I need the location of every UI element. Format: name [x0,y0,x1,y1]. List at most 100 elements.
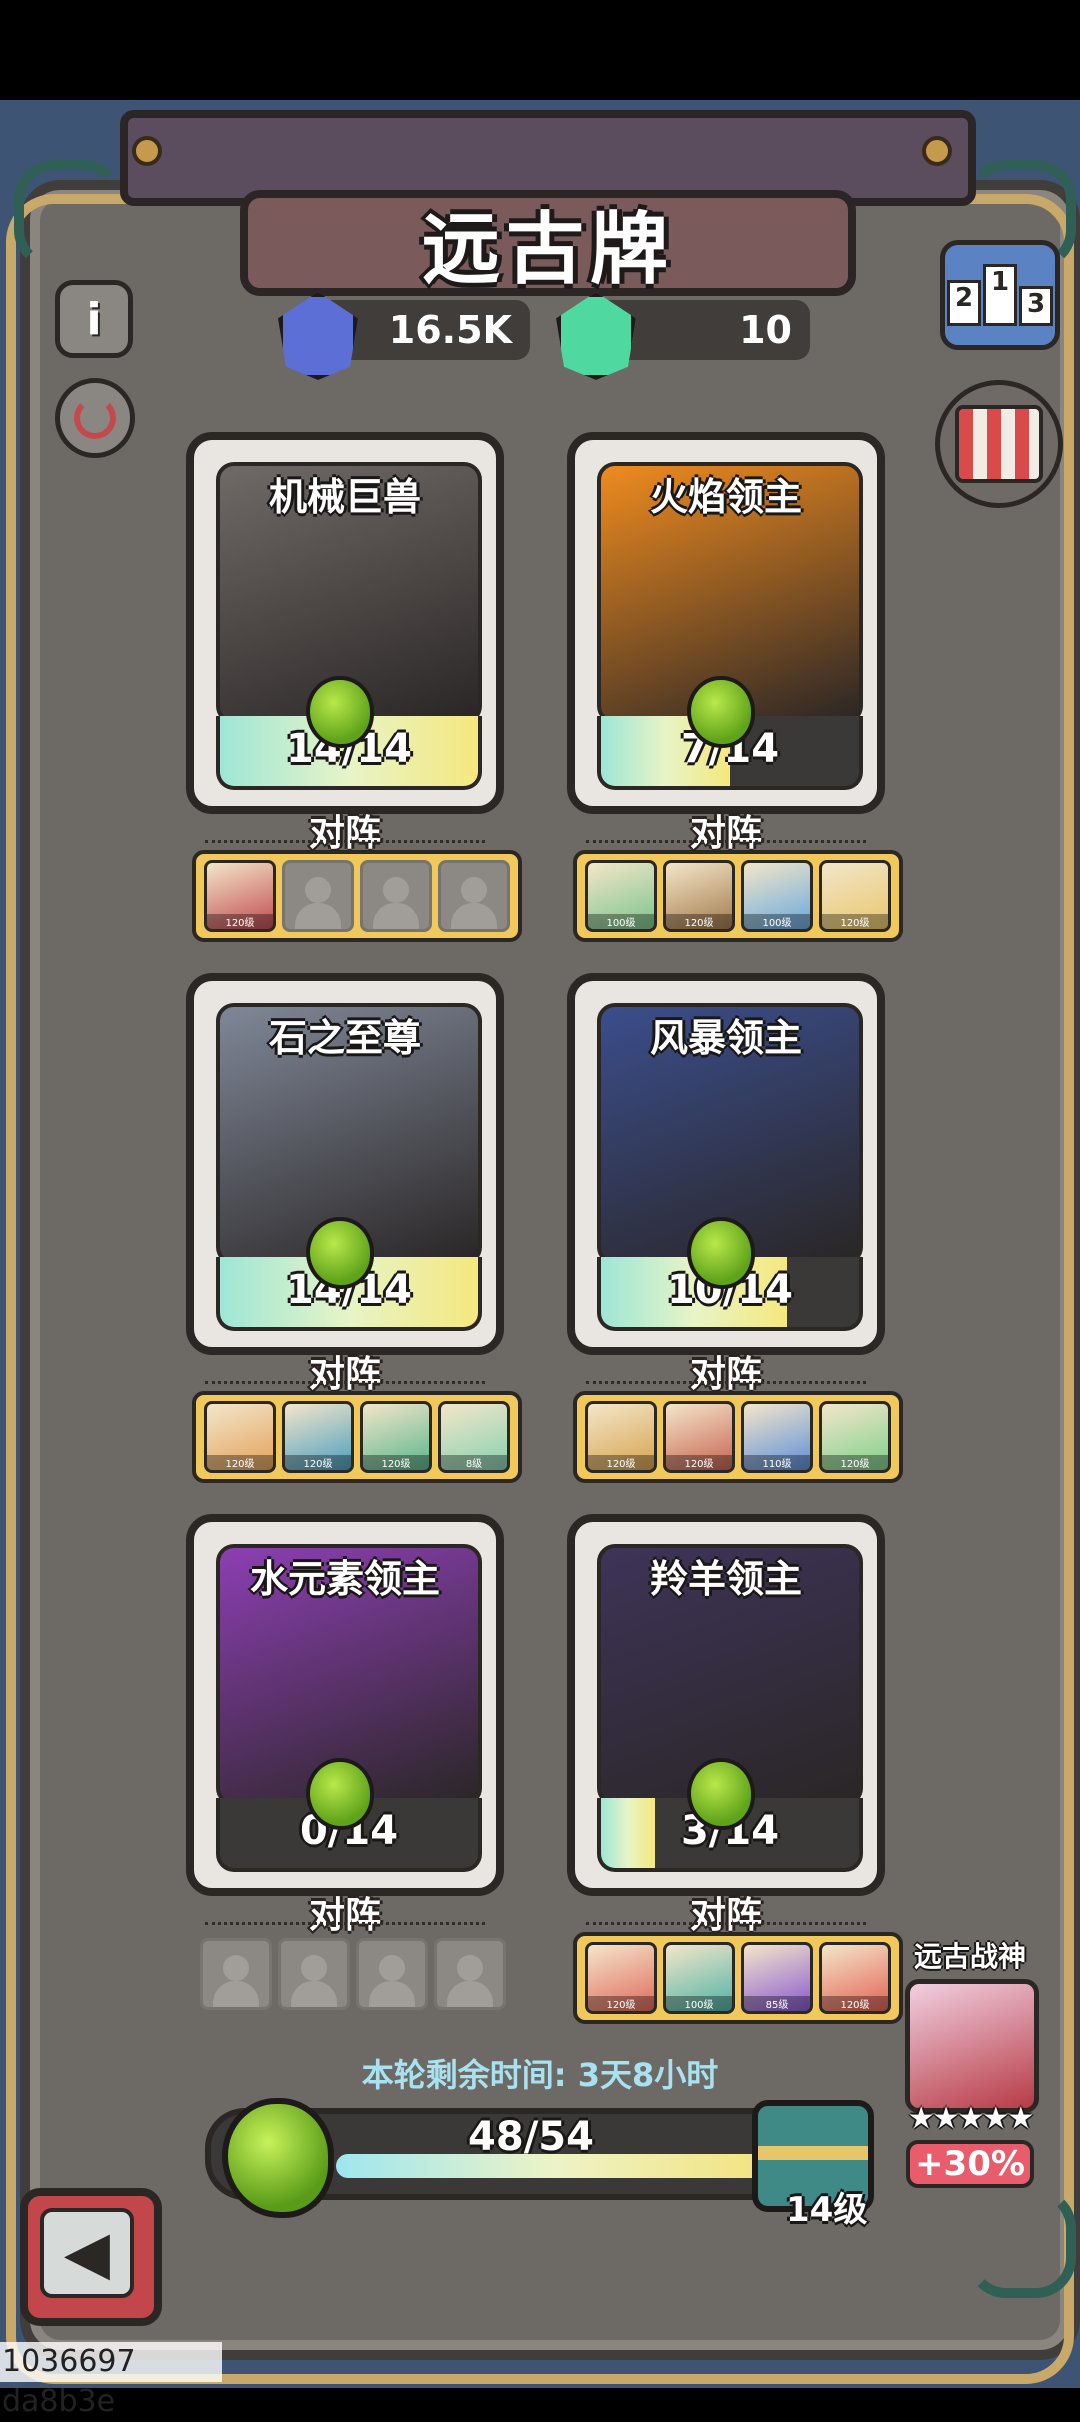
hero-level: 85级 [744,1996,810,2011]
divider [205,1922,485,1925]
hero-avatar[interactable]: 120级 [204,860,276,932]
vs-label: 对阵 [308,813,381,854]
hero-level: 120级 [822,1455,888,1470]
boss-name: 火焰领主 [649,475,802,519]
hero-level: 8级 [441,1455,507,1470]
ancient-god-portrait [905,1979,1039,2113]
opponent-heroes: 120级 [192,850,522,942]
bean-icon [687,1217,755,1289]
placeholder-avatar-body [447,1981,493,2007]
empty-hero-slot[interactable] [360,860,432,932]
status-bar [0,0,1080,100]
boss-name: 机械巨兽 [268,475,421,519]
ranking-podium-icon: 2 1 3 [947,264,1053,326]
main-progress-fill [336,2154,781,2178]
vs-label: 对阵 [689,1354,762,1395]
currency-blue-value: 16.5K [388,308,512,352]
hero-avatar[interactable]: 120级 [819,860,891,932]
vs-label: 对阵 [308,1895,381,1936]
bean-icon [687,676,755,748]
opponent-heroes [192,1932,514,2016]
chest-band [758,2146,868,2160]
placeholder-avatar-body [369,1981,415,2007]
hero-avatar[interactable]: 100级 [741,860,813,932]
hero-avatar[interactable]: 120级 [819,1942,891,2014]
watermark: 1036697 da8b3e [0,2342,222,2419]
shop-icon [955,405,1043,483]
hero-level: 110级 [744,1455,810,1470]
vs-label: 对阵 [689,813,762,854]
ancient-god-bonus: +30% [906,2140,1034,2188]
hero-avatar[interactable]: 120级 [585,1401,657,1473]
refresh-button[interactable] [55,378,135,458]
currency-green-value: 10 [739,308,792,352]
hero-avatar[interactable]: 120级 [360,1401,432,1473]
divider [586,1922,866,1925]
hero-avatar[interactable]: 120级 [282,1401,354,1473]
hero-level: 120级 [822,914,888,929]
boss-card[interactable]: 火焰领主 7/14 [567,432,885,814]
hero-avatar[interactable]: 100级 [585,860,657,932]
chest-level: 14级 [786,2190,868,2230]
hero-level: 120级 [588,1996,654,2011]
boss-card[interactable]: 风暴领主 10/14 [567,973,885,1355]
boss-card[interactable]: 羚羊领主 3/14 [567,1514,885,1896]
hero-avatar[interactable]: 120级 [663,1401,735,1473]
rivet [132,136,162,166]
round-timer-label: 本轮剩余时间: [361,2056,567,2094]
refresh-icon [74,397,116,439]
hero-avatar[interactable]: 120级 [819,1401,891,1473]
placeholder-avatar-body [373,903,419,929]
back-button[interactable]: ◀ [20,2188,162,2326]
vs-label: 对阵 [308,1354,381,1395]
empty-hero-slot[interactable] [438,860,510,932]
ranking-button[interactable]: 2 1 3 [940,240,1060,350]
hero-avatar[interactable]: 8级 [438,1401,510,1473]
hero-avatar[interactable]: 120级 [204,1401,276,1473]
ancient-god-name: 远古战神 [913,1940,1026,1973]
boss-name: 水元素领主 [249,1557,440,1601]
empty-hero-slot[interactable] [356,1938,428,2010]
boss-card[interactable]: 机械巨兽 14/14 [186,432,504,814]
info-button[interactable]: i [55,280,133,358]
hero-avatar[interactable]: 120级 [585,1942,657,2014]
hero-level: 100级 [666,1996,732,2011]
hero-level: 120级 [666,914,732,929]
hero-avatar[interactable]: 110级 [741,1401,813,1473]
hero-level: 120级 [207,914,273,929]
hero-avatar[interactable]: 120级 [663,860,735,932]
vs-label: 对阵 [689,1895,762,1936]
empty-hero-slot[interactable] [282,860,354,932]
info-icon: i [86,293,102,345]
boss-card[interactable]: 水元素领主 0/14 [186,1514,504,1896]
hero-level: 120级 [588,1455,654,1470]
hero-level: 120级 [207,1455,273,1470]
opponent-heroes: 120级 120级 110级 120级 [573,1391,903,1483]
opponent-heroes: 120级 100级 85级 120级 [573,1932,903,2024]
bean-icon [687,1758,755,1830]
opponent-heroes: 100级 120级 100级 120级 [573,850,903,942]
bean-icon [222,2098,334,2218]
placeholder-avatar-icon [457,1955,483,1981]
shop-button[interactable] [935,380,1063,508]
empty-hero-slot[interactable] [200,1938,272,2010]
hero-level: 120级 [666,1455,732,1470]
rivet [922,136,952,166]
empty-hero-slot[interactable] [434,1938,506,2010]
back-arrow-icon: ◀ [40,2208,134,2298]
bean-icon [306,676,374,748]
hero-level: 120级 [285,1455,351,1470]
ancient-god-panel[interactable]: 远古战神 ★★★★★ +30% [905,1935,1039,2188]
placeholder-avatar-icon [223,1955,249,1981]
boss-name: 羚羊领主 [649,1557,802,1601]
empty-hero-slot[interactable] [278,1938,350,2010]
hero-level: 100级 [588,914,654,929]
divider [205,840,485,843]
boss-card[interactable]: 石之至尊 14/14 [186,973,504,1355]
bean-icon [306,1758,374,1830]
placeholder-avatar-icon [383,877,409,903]
hero-avatar[interactable]: 100级 [663,1942,735,2014]
placeholder-avatar-body [213,1981,259,2007]
boss-name: 风暴领主 [649,1016,802,1060]
hero-avatar[interactable]: 85级 [741,1942,813,2014]
